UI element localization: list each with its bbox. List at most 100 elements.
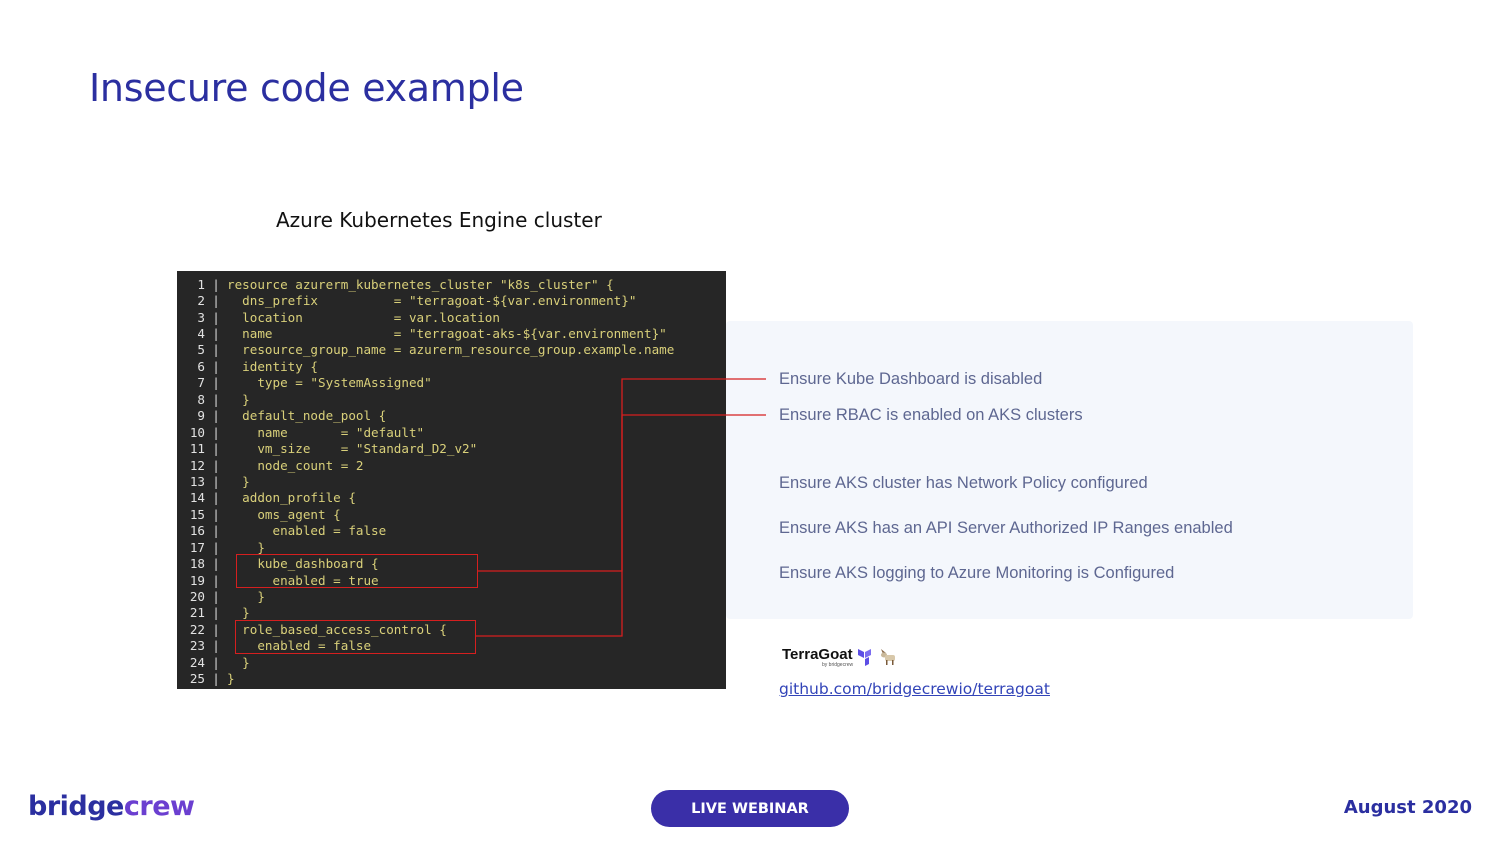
code-text: oms_agent {: [227, 506, 341, 522]
code-text: type = "SystemAssigned": [227, 375, 432, 391]
line-gutter-bar: |: [212, 506, 220, 522]
live-webinar-badge: LIVE WEBINAR: [651, 790, 849, 827]
code-line: 24 | }: [177, 654, 726, 670]
line-gutter-bar: |: [212, 671, 220, 687]
check-rbac: Ensure RBAC is enabled on AKS clusters: [779, 406, 1083, 424]
date-label: August 2020: [1343, 797, 1472, 818]
line-gutter-bar: |: [212, 276, 220, 292]
code-text: resource azurerm_kubernetes_cluster "k8s…: [227, 276, 614, 292]
code-text: }: [227, 473, 250, 489]
code-text: }: [227, 654, 250, 670]
line-number: 4: [197, 326, 205, 342]
brand-part-2: crew: [123, 791, 195, 822]
terraform-icon: [857, 649, 871, 666]
line-number: 13: [189, 473, 205, 489]
check-kube-dashboard: Ensure Kube Dashboard is disabled: [779, 370, 1043, 388]
line-number: 18: [189, 556, 205, 572]
line-gutter-bar: |: [212, 605, 220, 621]
line-gutter-bar: |: [212, 408, 220, 424]
terragoat-logo-subtext: by bridgecrew: [822, 662, 854, 668]
line-number: 19: [189, 572, 205, 588]
line-gutter-bar: |: [212, 309, 220, 325]
line-gutter-bar: |: [212, 391, 220, 407]
code-line: 8 | }: [177, 391, 726, 407]
line-number: 2: [197, 293, 205, 309]
line-gutter-bar: |: [212, 424, 220, 440]
code-caption: Azure Kubernetes Engine cluster: [276, 208, 602, 232]
line-gutter-bar: |: [212, 572, 220, 588]
code-line: 9 | default_node_pool {: [177, 408, 726, 424]
line-number: 24: [189, 654, 205, 670]
line-number: 23: [189, 638, 205, 654]
code-text: }: [227, 391, 250, 407]
line-number: 21: [189, 605, 205, 621]
code-line: 12 | node_count = 2: [177, 457, 726, 473]
code-line: 16 | enabled = false: [177, 523, 726, 539]
code-text: }: [227, 589, 265, 605]
line-gutter-bar: |: [212, 358, 220, 374]
check-api-ip-ranges: Ensure AKS has an API Server Authorized …: [779, 519, 1233, 537]
code-line: 3 | location = var.location: [177, 309, 726, 325]
code-text: addon_profile {: [227, 490, 356, 506]
line-gutter-bar: |: [212, 457, 220, 473]
code-line: 7 | type = "SystemAssigned": [177, 375, 726, 391]
code-text: }: [227, 671, 235, 687]
line-number: 20: [189, 589, 205, 605]
code-line: 17 | }: [177, 539, 726, 555]
slide-title: Insecure code example: [89, 66, 524, 110]
line-number: 25: [189, 671, 205, 687]
code-line: 4 | name = "terragoat-aks-${var.environme…: [177, 325, 726, 341]
line-number: 14: [189, 490, 205, 506]
code-text: }: [227, 539, 265, 555]
code-line: 5 | resource_group_name = azurerm_resourc…: [177, 342, 726, 358]
code-text: resource_group_name = azurerm_resource_g…: [227, 342, 675, 358]
line-gutter-bar: |: [212, 326, 220, 342]
code-text: }: [227, 605, 250, 621]
line-number: 6: [197, 358, 205, 374]
line-number: 16: [189, 523, 205, 539]
code-line: 11 | vm_size = "Standard_D2_v2": [177, 440, 726, 456]
line-gutter-bar: |: [212, 589, 220, 605]
code-line: 2 | dns_prefix = "terragoat-${var.environ…: [177, 292, 726, 308]
code-line: 10 | name = "default": [177, 424, 726, 440]
code-text: node_count = 2: [227, 457, 364, 473]
line-number: 11: [189, 441, 205, 457]
line-number: 12: [189, 457, 205, 473]
kube-dashboard-highlight: [236, 554, 478, 588]
terragoat-github-link[interactable]: github.com/bridgecrewio/terragoat: [779, 680, 1050, 698]
line-gutter-bar: |: [212, 473, 220, 489]
code-line: 25 |}: [177, 671, 726, 687]
line-gutter-bar: |: [212, 539, 220, 555]
terragoat-logo: TerraGoat by bridgecrew: [782, 646, 899, 668]
brand-part-1: bridge: [28, 791, 124, 822]
line-number: 9: [197, 408, 205, 424]
line-number: 1: [197, 276, 205, 292]
code-text: enabled = false: [227, 523, 387, 539]
line-number: 17: [189, 539, 205, 555]
line-gutter-bar: |: [212, 342, 220, 358]
code-text: default_node_pool {: [227, 408, 387, 424]
line-gutter-bar: |: [212, 654, 220, 670]
code-line: 1 | resource azurerm_kubernetes_cluster "k…: [177, 276, 726, 292]
code-text: dns_prefix = "terragoat-${var.environmen…: [227, 293, 637, 309]
bridgecrew-logo: bridgecrew: [28, 791, 195, 822]
check-network-policy: Ensure AKS cluster has Network Policy co…: [779, 474, 1148, 492]
code-text: name = "terragoat-aks-${var.environment}…: [227, 326, 667, 342]
goat-icon: [880, 649, 895, 665]
line-gutter-bar: |: [212, 621, 220, 637]
line-number: 10: [189, 424, 205, 440]
code-text: location = var.location: [227, 309, 500, 325]
code-line: 20 | }: [177, 588, 726, 604]
line-number: 15: [189, 506, 205, 522]
code-line: 13 | }: [177, 473, 726, 489]
line-gutter-bar: |: [212, 556, 220, 572]
check-azure-monitoring: Ensure AKS logging to Azure Monitoring i…: [779, 564, 1175, 582]
line-gutter-bar: |: [212, 638, 220, 654]
code-line: 15 | oms_agent {: [177, 506, 726, 522]
code-text: name = "default": [227, 424, 425, 440]
line-number: 8: [197, 391, 205, 407]
line-number: 3: [197, 309, 205, 325]
line-gutter-bar: |: [212, 523, 220, 539]
code-line: 6 | identity {: [177, 358, 726, 374]
line-gutter-bar: |: [212, 293, 220, 309]
